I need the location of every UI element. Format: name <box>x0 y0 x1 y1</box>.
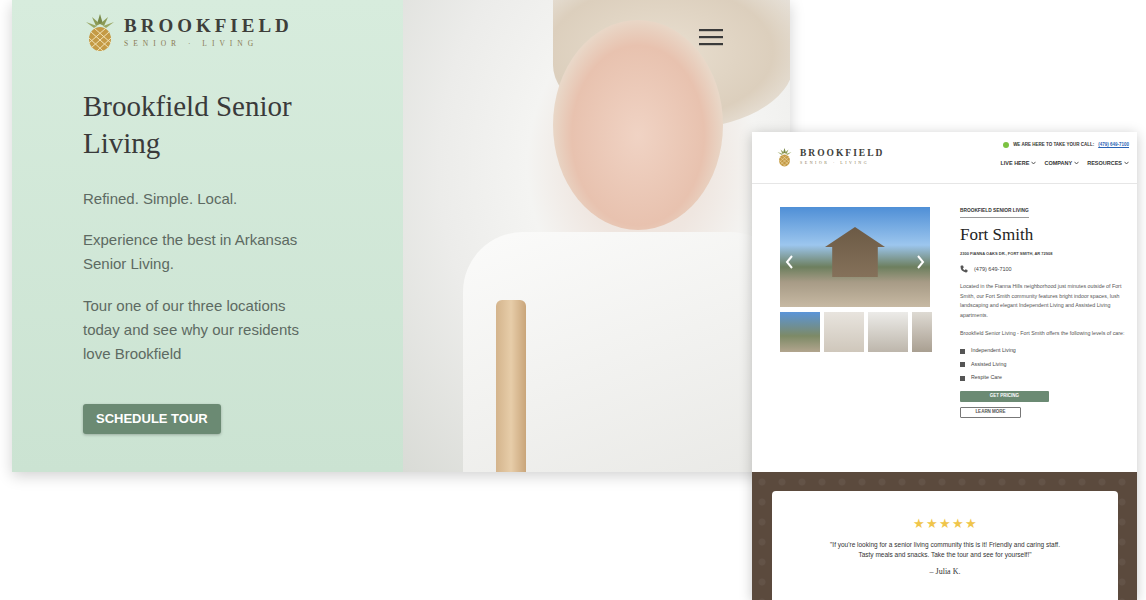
nav-label[interactable]: COMPANY <box>1044 159 1072 167</box>
online-dot <box>1003 142 1009 148</box>
gallery-next-button[interactable] <box>915 249 925 263</box>
hero-title: Brookfield Senior Living <box>83 88 343 162</box>
call-text: WE ARE HERE TO TAKE YOUR CALL: <box>1013 142 1094 149</box>
review-card: ★★★★★"If you're looking for a senior liv… <box>772 491 1118 600</box>
pineapple-logo-icon <box>83 14 117 52</box>
community-page-window: BROOKFIELDSENIOR · LIVING WE ARE HERE TO … <box>752 132 1137 600</box>
levels-intro: Brookfield Senior Living - Fort Smith of… <box>960 329 1124 339</box>
brand-tagline: SENIOR · LIVING <box>800 160 884 166</box>
photo-gallery <box>780 207 930 462</box>
nav-item[interactable]: COMPANY <box>1044 159 1079 167</box>
star-rating: ★★★★★ <box>792 517 1098 530</box>
call-bar: WE ARE HERE TO TAKE YOUR CALL: (479) 649-… <box>1003 142 1129 149</box>
hero-tagline: Refined. Simple. Local. <box>83 188 237 210</box>
bullet-icon <box>960 362 965 367</box>
phone-icon <box>960 265 968 273</box>
gallery-thumbnail[interactable] <box>912 312 932 352</box>
call-phone-link[interactable]: (479) 649-7100 <box>1098 142 1129 149</box>
nav-label[interactable]: LIVE HERE <box>1000 159 1029 167</box>
hero-section: BROOKFIELD SENIOR · LIVING Brookfield Seni… <box>12 0 790 472</box>
nav-item[interactable]: LIVE HERE <box>1000 159 1036 167</box>
hero-paragraph: Tour one of our three locations today an… <box>83 294 323 366</box>
community-info: BROOKFIELD SENIOR LIVING Fort Smith 2300 F… <box>960 207 1129 462</box>
brand-name: BROOKFIELD <box>800 149 884 159</box>
care-level-item: Respite Care <box>960 372 1016 386</box>
community-name: Fort Smith <box>960 226 1033 245</box>
hero-panel: BROOKFIELD SENIOR · LIVING Brookfield Seni… <box>12 0 403 472</box>
star-icon: ★ <box>913 516 926 531</box>
review-author: – Julia K. <box>792 566 1098 578</box>
gallery-thumbnail[interactable] <box>824 312 864 352</box>
care-levels-list: Independent Living Assisted Living Respite… <box>960 345 1016 386</box>
nav-item[interactable]: RESOURCES <box>1087 159 1129 167</box>
gallery-thumbnails <box>780 312 930 352</box>
community-description: Located in the Fianna Hills neighborhood… <box>960 282 1129 320</box>
hero-photo <box>403 0 790 472</box>
community-phone[interactable]: (479) 649-7100 <box>960 265 1012 273</box>
site-header: BROOKFIELDSENIOR · LIVING WE ARE HERE TO … <box>752 132 1137 184</box>
brand-logo[interactable]: BROOKFIELD SENIOR · LIVING <box>83 14 293 52</box>
pineapple-logo-icon <box>776 148 793 167</box>
brand-tagline: SENIOR · LIVING <box>124 38 293 49</box>
chevron-down-icon <box>1074 161 1079 165</box>
gallery-thumbnail[interactable] <box>868 312 908 352</box>
gallery-prev-button[interactable] <box>785 249 795 263</box>
get-pricing-button[interactable]: GET PRICING <box>960 391 1049 402</box>
bullet-icon <box>960 376 965 381</box>
care-level-label: Assisted Living <box>971 361 1006 369</box>
phone-number[interactable]: (479) 649-7100 <box>974 265 1012 273</box>
care-level-label: Independent Living <box>971 347 1016 355</box>
eyebrow-label: BROOKFIELD SENIOR LIVING <box>960 207 1029 218</box>
community-address: 2300 FIANNA OAKS DR., FORT SMITH, AR 729… <box>960 251 1052 257</box>
reviews-band: ★★★★★"If you're looking for a senior liv… <box>752 472 1137 600</box>
star-icon: ★ <box>965 516 978 531</box>
hero-paragraph: Experience the best in Arkansas Senior L… <box>83 228 323 276</box>
star-icon: ★ <box>952 516 965 531</box>
care-level-item: Assisted Living <box>960 358 1016 372</box>
brand-logo[interactable]: BROOKFIELDSENIOR · LIVING <box>776 148 884 167</box>
schedule-tour-button[interactable]: SCHEDULE TOUR <box>83 404 221 434</box>
chevron-left-icon <box>785 255 795 269</box>
review-quote: "If you're looking for a senior living c… <box>825 540 1065 560</box>
brand-name: BROOKFIELD <box>124 16 293 35</box>
nav-label[interactable]: RESOURCES <box>1087 159 1122 167</box>
menu-button[interactable] <box>698 24 724 44</box>
gallery-main-photo <box>780 207 930 307</box>
learn-more-button[interactable]: LEARN MORE <box>960 407 1021 418</box>
chevron-down-icon <box>1031 161 1036 165</box>
gallery-thumbnail[interactable] <box>780 312 820 352</box>
star-icon: ★ <box>939 516 952 531</box>
chevron-right-icon <box>915 255 925 269</box>
hamburger-icon <box>698 27 724 47</box>
chevron-down-icon <box>1124 161 1129 165</box>
care-level-item: Independent Living <box>960 345 1016 359</box>
star-icon: ★ <box>926 516 939 531</box>
care-level-label: Respite Care <box>971 374 1002 382</box>
main-nav: LIVE HERE COMPANY RESOURCES <box>1000 159 1129 167</box>
bullet-icon <box>960 349 965 354</box>
community-section: BROOKFIELD SENIOR LIVING Fort Smith 2300 F… <box>752 184 1137 472</box>
